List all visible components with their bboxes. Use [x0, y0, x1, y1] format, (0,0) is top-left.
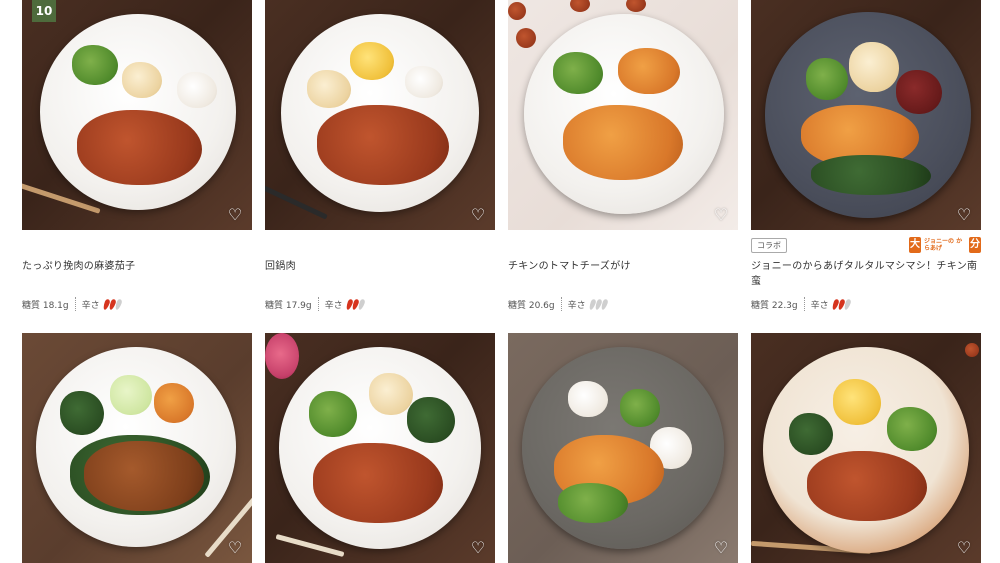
product-meta: 糖質 20.6g 辛さ	[508, 297, 609, 311]
product-title[interactable]: チキンのトマトチーズがけ	[508, 259, 631, 274]
product-title[interactable]: ジョニーのからあげタルタルマシマシ！チキン南蛮	[751, 259, 981, 289]
product-grid: 10 ♡ たっぷり挽肉の麻婆茄子 糖質 18.1g 辛さ ♡ 回鍋肉 糖質 17…	[0, 0, 1000, 563]
product-meta: 糖質 22.3g 辛さ	[751, 297, 852, 311]
sugar-value: 糖質 17.9g	[265, 300, 312, 311]
heart-outline-icon[interactable]: ♡	[469, 539, 487, 557]
heart-outline-icon[interactable]: ♡	[955, 206, 973, 224]
product-image[interactable]: ♡	[751, 333, 981, 563]
heart-outline-icon[interactable]: ♡	[226, 206, 244, 224]
product-meta: 糖質 18.1g 辛さ	[22, 297, 123, 311]
sugar-value: 糖質 18.1g	[22, 300, 69, 311]
heart-outline-icon[interactable]: ♡	[712, 539, 730, 557]
product-meta: 糖質 17.9g 辛さ	[265, 297, 366, 311]
heart-outline-icon[interactable]: ♡	[712, 206, 730, 224]
product-image[interactable]: ♡	[22, 333, 252, 563]
brand-logo: 大 ジョニーの からあげ 分	[909, 237, 981, 253]
rank-badge: 10	[32, 0, 56, 22]
spicy-label: 辛さ	[567, 300, 586, 311]
product-image[interactable]: ♡	[508, 333, 738, 563]
heart-outline-icon[interactable]: ♡	[469, 206, 487, 224]
product-image[interactable]: 10 ♡	[22, 0, 252, 230]
spicy-label: 辛さ	[81, 300, 100, 311]
heart-outline-icon[interactable]: ♡	[226, 539, 244, 557]
chili-icon	[101, 297, 123, 311]
product-image[interactable]: ♡	[751, 0, 981, 230]
product-image[interactable]: ♡	[508, 0, 738, 230]
chili-icon	[587, 297, 609, 311]
spicy-label: 辛さ	[810, 300, 829, 311]
sugar-value: 糖質 20.6g	[508, 300, 555, 311]
collab-tag: コラボ	[751, 238, 787, 253]
sugar-value: 糖質 22.3g	[751, 300, 798, 311]
chili-icon	[344, 297, 366, 311]
chili-icon	[830, 297, 852, 311]
product-image[interactable]: ♡	[265, 0, 495, 230]
product-title[interactable]: たっぷり挽肉の麻婆茄子	[22, 259, 135, 274]
product-image[interactable]: ♡	[265, 333, 495, 563]
spicy-label: 辛さ	[324, 300, 343, 311]
heart-outline-icon[interactable]: ♡	[955, 539, 973, 557]
product-title[interactable]: 回鍋肉	[265, 259, 296, 274]
